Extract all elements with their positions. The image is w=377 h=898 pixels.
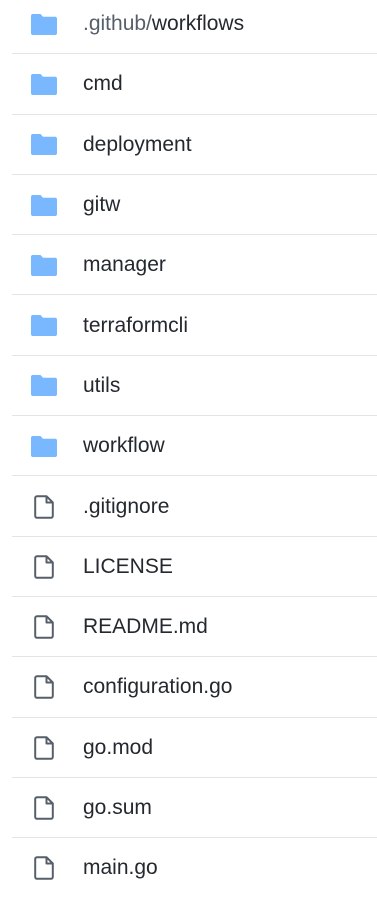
list-item-license[interactable]: LICENSE [0, 537, 377, 598]
file-list: .github/workflows cmd deployment gitw ma… [0, 0, 377, 898]
list-item-github-workflows[interactable]: .github/workflows [0, 0, 377, 55]
list-item-terraformcli[interactable]: terraformcli [0, 295, 377, 357]
folder-icon [31, 254, 57, 276]
file-icon [31, 856, 57, 881]
item-label[interactable]: LICENSE [83, 555, 173, 579]
list-item-deployment[interactable]: deployment [0, 115, 377, 176]
item-label[interactable]: README.md [83, 615, 208, 639]
file-icon [31, 494, 57, 519]
list-item-manager[interactable]: manager [0, 235, 377, 296]
folder-icon [31, 134, 57, 156]
item-label[interactable]: terraformcli [83, 314, 188, 338]
item-label[interactable]: main.go [83, 856, 158, 880]
folder-icon [31, 194, 57, 216]
folder-icon [31, 73, 57, 95]
folder-icon [31, 13, 57, 35]
item-label[interactable]: deployment [83, 133, 192, 157]
file-icon [31, 615, 57, 639]
file-icon [31, 735, 57, 760]
file-icon [31, 796, 57, 820]
item-label[interactable]: go.mod [83, 736, 153, 760]
list-item-go-mod[interactable]: go.mod [0, 718, 377, 779]
item-label[interactable]: gitw [83, 193, 120, 217]
item-label[interactable]: cmd [83, 72, 123, 96]
folder-icon [31, 435, 57, 457]
item-label[interactable]: manager [83, 253, 166, 277]
list-item-go-sum[interactable]: go.sum [0, 778, 377, 839]
folder-icon [31, 375, 57, 397]
item-label[interactable]: go.sum [83, 796, 152, 820]
list-item-readme[interactable]: README.md [0, 597, 377, 658]
list-item-gitignore[interactable]: .gitignore [0, 476, 377, 537]
item-label[interactable]: utils [83, 374, 120, 398]
list-item-configuration-go[interactable]: configuration.go [0, 657, 377, 718]
item-label[interactable]: .github/workflows [83, 12, 244, 36]
item-label[interactable]: configuration.go [83, 675, 232, 699]
list-item-workflow[interactable]: workflow [0, 416, 377, 477]
list-item-utils[interactable]: utils [0, 356, 377, 417]
file-icon [31, 555, 57, 579]
list-item-gitw[interactable]: gitw [0, 175, 377, 236]
item-label[interactable]: workflow [83, 434, 165, 458]
list-item-cmd[interactable]: cmd [0, 54, 377, 115]
item-label[interactable]: .gitignore [83, 495, 169, 519]
file-icon [31, 675, 57, 700]
list-item-main-go[interactable]: main.go [0, 838, 377, 898]
folder-icon [31, 315, 57, 337]
